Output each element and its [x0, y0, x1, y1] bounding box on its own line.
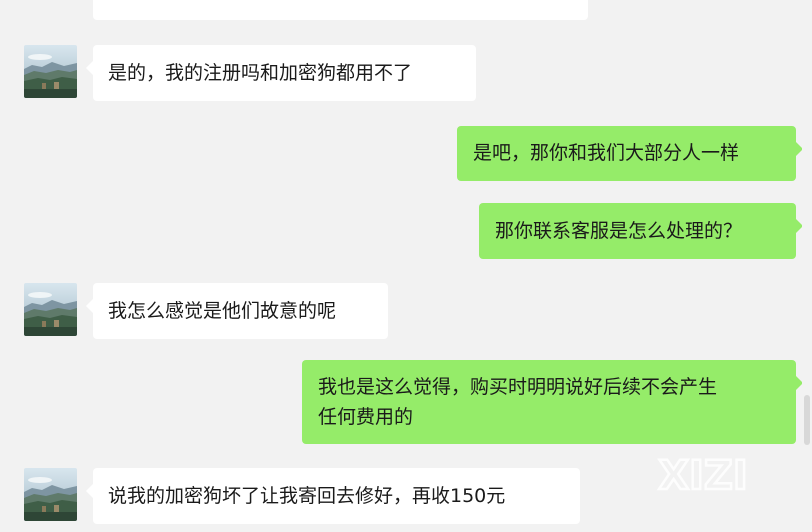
message-bubble-incoming: 是的，我的注册吗和加密狗都用不了 — [86, 45, 476, 101]
message-text: 我也是这么觉得，购买时明明说好后续不会产生 任何费用的 — [318, 376, 718, 428]
watermark-text: XIZI — [658, 453, 748, 496]
scrollbar-track[interactable] — [802, 0, 812, 532]
contact-avatar[interactable] — [24, 283, 77, 336]
message-bubble-incoming: 我怎么感觉是他们故意的呢 — [86, 283, 388, 339]
message-text: 那你联系客服是怎么处理的？ — [495, 220, 743, 242]
contact-avatar[interactable] — [24, 45, 77, 98]
contact-avatar[interactable] — [24, 468, 77, 521]
chat-panel: 是的，我的注册吗和加密狗都用不了 是吧，那你和我们大部分人一样 那你联系客服是怎… — [0, 0, 812, 532]
message-bubble-outgoing: 我也是这么觉得，购买时明明说好后续不会产生 任何费用的 — [302, 360, 803, 444]
message-text: 我怎么感觉是他们故意的呢 — [108, 300, 337, 322]
message-text: 说我的加密狗坏了让我寄回去修好，再收150元 — [108, 485, 506, 507]
message-text: 是吧，那你和我们大部分人一样 — [473, 142, 740, 164]
message-bubble-incoming: 说我的加密狗坏了让我寄回去修好，再收150元 — [86, 468, 580, 524]
message-bubble-outgoing: 是吧，那你和我们大部分人一样 — [457, 126, 803, 181]
xizi-watermark-logo: XIZI — [657, 452, 749, 496]
message-text: 是的，我的注册吗和加密狗都用不了 — [108, 62, 413, 84]
partial-message-bubble — [93, 0, 588, 20]
message-bubble-outgoing: 那你联系客服是怎么处理的？ — [479, 203, 803, 259]
scrollbar-thumb[interactable] — [804, 395, 810, 445]
